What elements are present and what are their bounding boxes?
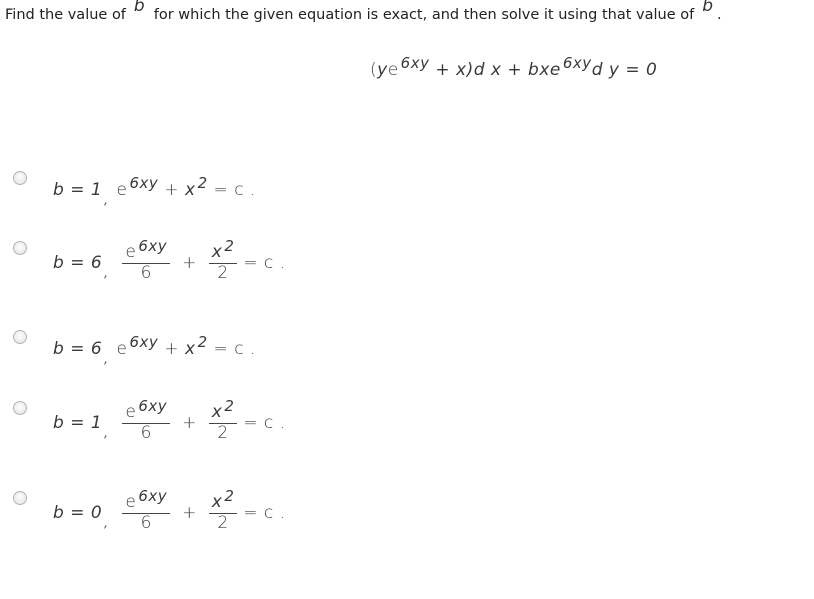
comma: , bbox=[104, 266, 109, 281]
rhs: = c . bbox=[213, 180, 256, 200]
eq-exponent: 6xy bbox=[562, 54, 592, 72]
differential-equation: (ye 6xy + x)d x + bxe 6xyd y = 0 bbox=[370, 56, 658, 81]
plus: + bbox=[182, 503, 197, 524]
radio-button[interactable] bbox=[13, 241, 27, 255]
radio-button[interactable] bbox=[13, 401, 27, 415]
option-text: b = 1, e 6xy + x 2 = c . bbox=[53, 176, 256, 208]
exponent: 2 bbox=[197, 174, 208, 192]
comma: , bbox=[104, 352, 109, 366]
rhs: = c . bbox=[213, 339, 256, 359]
b-value: b = 0 bbox=[53, 503, 103, 524]
eq-y: y bbox=[377, 60, 388, 80]
eq-dx: d x + bbox=[473, 60, 529, 80]
option-text: b = 1, e 6xy 6 + x2 2 = c . bbox=[53, 399, 286, 443]
comma: , bbox=[104, 516, 109, 531]
e: e bbox=[116, 180, 128, 200]
x: x bbox=[211, 492, 223, 512]
variable-b: b bbox=[133, 0, 145, 16]
exponent: 2 bbox=[224, 397, 235, 415]
plus: + bbox=[164, 180, 180, 200]
denominator: 6 bbox=[140, 422, 152, 443]
b-value: b = 1 bbox=[53, 413, 103, 434]
exponent: 6xy bbox=[129, 333, 159, 351]
x: x bbox=[211, 402, 223, 422]
e: e bbox=[125, 242, 137, 262]
b-value: b = 6 bbox=[53, 339, 103, 359]
rhs: = c . bbox=[243, 413, 286, 434]
eq-xe: xe bbox=[539, 60, 561, 80]
exponent: 2 bbox=[224, 487, 235, 505]
denominator: 6 bbox=[140, 262, 152, 283]
plus: + bbox=[164, 339, 180, 359]
question-part2: for which the given equation is exact, a… bbox=[153, 7, 695, 23]
exponent: 6xy bbox=[129, 174, 159, 192]
e: e bbox=[125, 402, 137, 422]
eq-exponent: 6xy bbox=[400, 54, 430, 72]
rhs: = c . bbox=[243, 253, 286, 274]
denominator: 6 bbox=[140, 512, 152, 533]
plus: + bbox=[182, 413, 197, 434]
denominator: 2 bbox=[217, 422, 229, 443]
x: x bbox=[185, 180, 196, 200]
exponent: 6xy bbox=[138, 237, 168, 255]
option-text: b = 0, e 6xy 6 + x2 2 = c . bbox=[53, 489, 286, 533]
question-part1: Find the value of bbox=[5, 7, 126, 23]
b-value: b = 1 bbox=[53, 180, 103, 200]
question-text: Find the value of b for which the given eq… bbox=[5, 0, 722, 24]
option-text: b = 6, e 6xy 6 + x2 2 = c . bbox=[53, 239, 286, 283]
e: e bbox=[125, 492, 137, 512]
eq-dy: d y = 0 bbox=[591, 60, 658, 80]
option-text: b = 6, e 6xy + x 2 = c . bbox=[53, 335, 256, 367]
exponent: 2 bbox=[197, 333, 208, 351]
eq-e: e bbox=[387, 60, 399, 80]
exponent: 6xy bbox=[138, 487, 168, 505]
x: x bbox=[211, 242, 223, 262]
exponent: 6xy bbox=[138, 397, 168, 415]
question-end: . bbox=[717, 7, 722, 23]
eq-b: b bbox=[528, 60, 540, 80]
b-value: b = 6 bbox=[53, 253, 103, 274]
radio-button[interactable] bbox=[13, 171, 27, 185]
comma: , bbox=[104, 193, 109, 207]
fraction: e 6xy 6 bbox=[122, 489, 171, 533]
denominator: 2 bbox=[217, 262, 229, 283]
fraction: x2 2 bbox=[208, 489, 238, 533]
e: e bbox=[116, 339, 128, 359]
x: x bbox=[185, 339, 196, 359]
comma: , bbox=[104, 426, 109, 441]
fraction: x2 2 bbox=[208, 399, 238, 443]
rhs: = c . bbox=[243, 503, 286, 524]
radio-button[interactable] bbox=[13, 491, 27, 505]
fraction: e 6xy 6 bbox=[122, 399, 171, 443]
eq-plus-x: + x) bbox=[429, 60, 474, 80]
fraction: x2 2 bbox=[208, 239, 238, 283]
fraction: e 6xy 6 bbox=[122, 239, 171, 283]
variable-b: b bbox=[702, 0, 714, 16]
radio-button[interactable] bbox=[13, 330, 27, 344]
denominator: 2 bbox=[217, 512, 229, 533]
plus: + bbox=[182, 253, 197, 274]
exponent: 2 bbox=[224, 237, 235, 255]
